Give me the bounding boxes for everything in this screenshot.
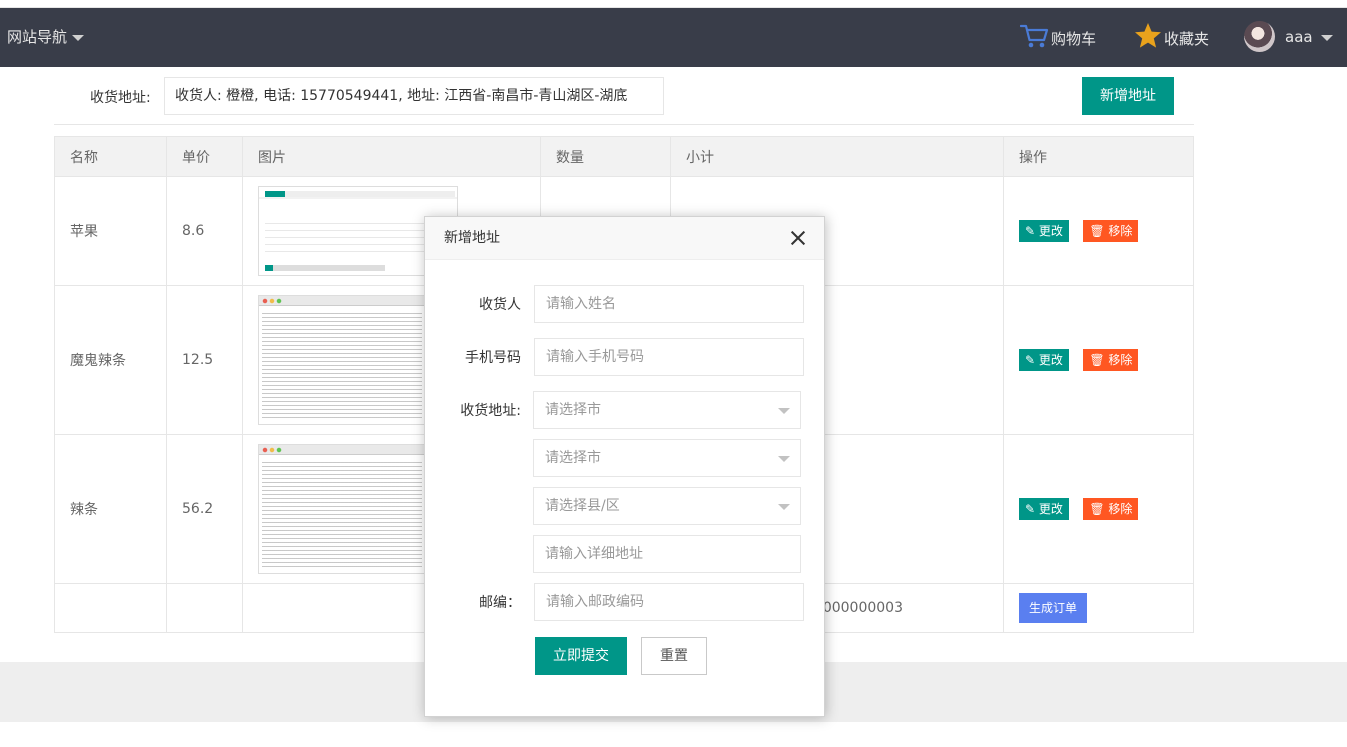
district-select-value: 请选择县/区: [545, 498, 620, 514]
col-price: 单价: [166, 136, 243, 177]
actions-cell: ✎ 更改 🗑 移除: [1003, 285, 1194, 435]
zip-input[interactable]: 请输入邮政编码: [534, 583, 804, 621]
edit-button[interactable]: ✎ 更改: [1019, 498, 1069, 520]
delete-button[interactable]: 🗑 移除: [1083, 349, 1139, 371]
close-icon[interactable]: [790, 230, 806, 246]
address-field-label: 收货地址:: [460, 403, 521, 419]
product-price: 8.6: [166, 176, 243, 286]
new-address-button[interactable]: 新增地址: [1082, 77, 1174, 115]
chevron-down-icon: [778, 504, 790, 510]
delete-label: 移除: [1108, 502, 1133, 516]
phone-input[interactable]: 请输入手机号码: [534, 338, 804, 376]
edit-button[interactable]: ✎ 更改: [1019, 349, 1069, 371]
address-select[interactable]: 收货人: 橙橙, 电话: 15770549441, 地址: 江西省-南昌市-青山…: [164, 77, 664, 115]
city-select-2-value: 请选择市: [545, 450, 601, 466]
city-select-2[interactable]: 请选择市: [533, 439, 801, 477]
city-select-1[interactable]: 请选择市: [533, 391, 801, 429]
product-name: 辣条: [54, 434, 167, 584]
favorites-link[interactable]: 收藏夹: [1134, 22, 1209, 49]
edit-label: 更改: [1038, 353, 1063, 367]
empty-cell: [166, 583, 243, 633]
zip-label: 邮编：: [479, 595, 521, 611]
site-nav-menu[interactable]: 网站导航: [7, 26, 85, 47]
site-nav-label: 网站导航: [7, 28, 68, 46]
favorites-label: 收藏夹: [1164, 30, 1210, 48]
chevron-down-icon: [778, 456, 790, 462]
delete-label: 移除: [1108, 224, 1133, 238]
col-actions: 操作: [1003, 136, 1194, 177]
address-row: 收货地址: 收货人: 橙橙, 电话: 15770549441, 地址: 江西省-…: [54, 67, 1194, 125]
phone-label: 手机号码: [465, 350, 521, 366]
top-header: 网站导航 购物车 收藏夹 aaa: [0, 8, 1347, 67]
new-address-dialog: 新增地址 收货人 请输入姓名 手机号码 请输入手机号码 收货地址: 请选择市 请…: [424, 216, 825, 717]
col-subtotal: 小计: [670, 136, 1004, 177]
total-value: 0000000003: [813, 600, 903, 616]
delete-label: 移除: [1108, 353, 1133, 367]
delete-button[interactable]: 🗑 移除: [1083, 498, 1139, 520]
submit-button[interactable]: 立即提交: [535, 637, 627, 675]
actions-cell: ✎ 更改 🗑 移除: [1003, 176, 1194, 286]
dialog-header: 新增地址: [425, 217, 824, 260]
create-order-button[interactable]: 生成订单: [1019, 593, 1088, 623]
city-select-1-value: 请选择市: [545, 402, 601, 418]
receiver-input[interactable]: 请输入姓名: [534, 285, 804, 323]
address-label: 收货地址:: [90, 90, 151, 106]
order-cell: 生成订单: [1003, 583, 1194, 633]
table-header-row: 名称 单价 图片 数量 小计 操作: [54, 136, 1194, 177]
district-select[interactable]: 请选择县/区: [533, 487, 801, 525]
col-image: 图片: [242, 136, 541, 177]
edit-button[interactable]: ✎ 更改: [1019, 220, 1069, 242]
user-menu[interactable]: aaa: [1244, 21, 1333, 52]
cart-icon: [1020, 24, 1049, 47]
chevron-down-icon: [1320, 34, 1333, 41]
avatar: [1244, 21, 1275, 52]
col-name: 名称: [54, 136, 167, 177]
chevron-down-icon: [778, 408, 790, 414]
product-name: 魔鬼辣条: [54, 285, 167, 435]
browser-top-strip: [0, 0, 1347, 8]
username: aaa: [1285, 27, 1313, 46]
edit-label: 更改: [1038, 224, 1063, 238]
cart-label: 购物车: [1051, 30, 1097, 48]
product-price: 12.5: [166, 285, 243, 435]
reset-button[interactable]: 重置: [641, 637, 707, 675]
receiver-label: 收货人: [479, 297, 521, 313]
chevron-down-icon: [72, 34, 85, 41]
empty-cell: [54, 583, 167, 633]
dialog-title: 新增地址: [444, 230, 500, 246]
col-quantity: 数量: [540, 136, 671, 177]
cart-link[interactable]: 购物车: [1020, 22, 1096, 49]
product-name: 苹果: [54, 176, 167, 286]
star-icon: [1135, 23, 1161, 48]
product-price: 56.2: [166, 434, 243, 584]
actions-cell: ✎ 更改 🗑 移除: [1003, 434, 1194, 584]
delete-button[interactable]: 🗑 移除: [1083, 220, 1139, 242]
detail-address-input[interactable]: 请输入详细地址: [533, 535, 801, 573]
edit-label: 更改: [1038, 502, 1063, 516]
